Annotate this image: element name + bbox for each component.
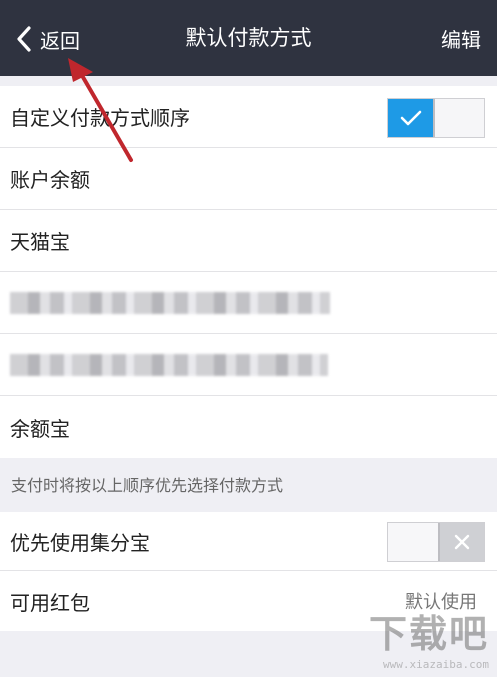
blurred-payment-method: [10, 353, 328, 376]
payment-method-label: 余额宝: [10, 416, 70, 441]
hongbao-row[interactable]: 可用红包 默认使用: [0, 571, 497, 631]
custom-order-label: 自定义付款方式顺序: [10, 106, 190, 130]
payment-method-label: 天猫宝: [10, 230, 70, 254]
payment-method-row[interactable]: 余额宝: [0, 396, 497, 458]
watermark-url: www.xiazaiba.com: [383, 658, 489, 671]
back-button[interactable]: 返回: [12, 22, 80, 56]
toggle-knob: [433, 99, 484, 137]
payment-method-row[interactable]: [0, 334, 497, 396]
check-icon: [388, 99, 433, 137]
jifenbao-row: 优先使用集分宝: [0, 512, 497, 571]
blurred-payment-method: [10, 291, 330, 314]
payment-method-label: 账户余额: [10, 168, 90, 192]
payment-method-row[interactable]: [0, 272, 497, 334]
close-icon: [440, 523, 484, 561]
section-gap: [0, 76, 497, 86]
hongbao-value: 默认使用: [405, 592, 477, 613]
jifenbao-label: 优先使用集分宝: [10, 530, 150, 555]
custom-order-row: 自定义付款方式顺序: [0, 86, 497, 148]
hongbao-label: 可用红包: [10, 590, 90, 615]
jifenbao-toggle[interactable]: [387, 522, 485, 562]
payment-order-list: 自定义付款方式顺序 账户余额 天猫宝 余额宝: [0, 86, 497, 458]
navigation-bar: 返回 默认付款方式 编辑: [0, 0, 497, 76]
back-label: 返回: [40, 28, 80, 53]
chevron-left-icon: [12, 24, 36, 54]
payment-method-row[interactable]: 账户余额: [0, 148, 497, 210]
payment-method-row[interactable]: 天猫宝: [0, 210, 497, 272]
toggle-knob: [388, 523, 440, 561]
order-hint: 支付时将按以上顺序优先选择付款方式: [0, 460, 497, 512]
edit-button[interactable]: 编辑: [441, 24, 481, 53]
options-list: 优先使用集分宝 可用红包 默认使用: [0, 512, 497, 631]
custom-order-toggle[interactable]: [387, 98, 485, 138]
